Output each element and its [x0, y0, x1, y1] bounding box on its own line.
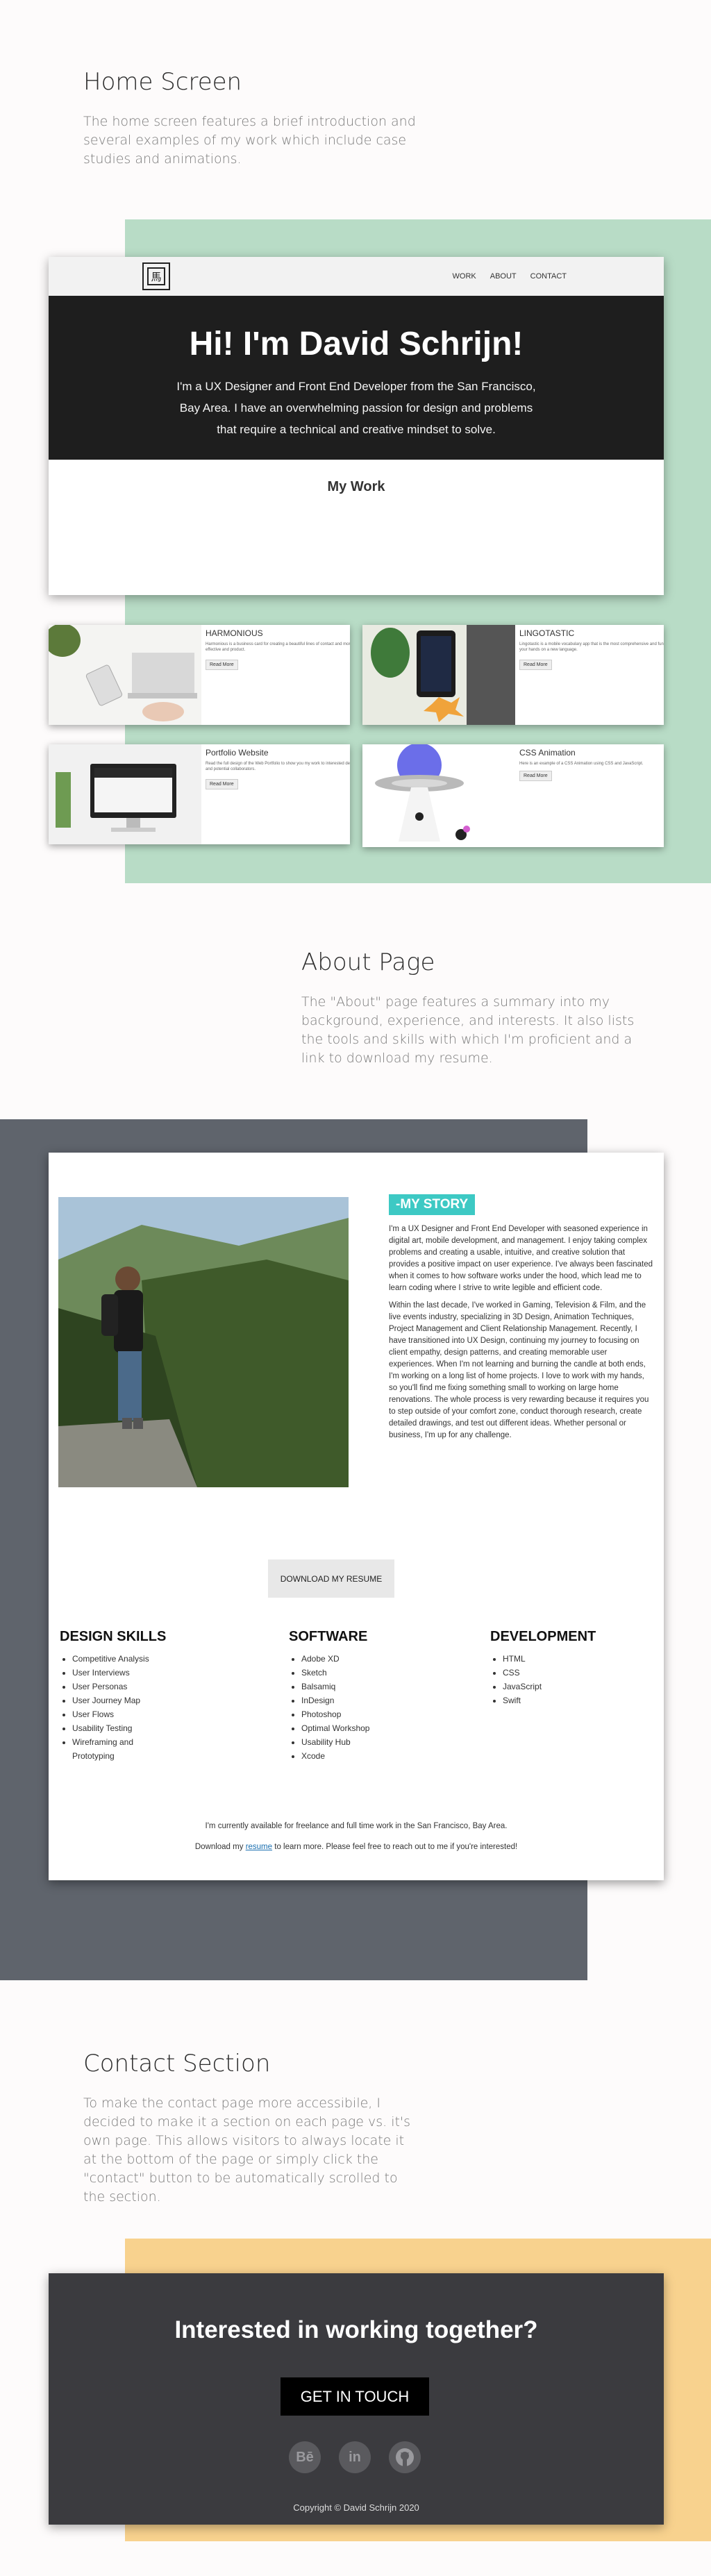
project-description: Here is an example of a CSS Animation us…: [519, 762, 644, 766]
list-item: Usability Testing: [72, 1721, 268, 1735]
github-icon[interactable]: [389, 2441, 421, 2473]
nav-work-link[interactable]: WORK: [453, 272, 476, 281]
home-mockup: 馬 WORK ABOUT CONTACT Hi! I'm David Schri…: [49, 257, 664, 595]
list-item: User Interviews: [72, 1666, 268, 1680]
development-column: DEVELOPMENT HTML CSS JavaScript Swift: [490, 1629, 650, 1707]
availability-text: I'm currently available for freelance an…: [205, 1822, 508, 1830]
list-item: Usability Hub: [301, 1735, 462, 1749]
list-item: User Journey Map: [72, 1693, 268, 1707]
development-heading: DEVELOPMENT: [490, 1629, 596, 1644]
list-item: HTML: [503, 1652, 650, 1666]
download-resume-button[interactable]: DOWNLOAD MY RESUME: [268, 1559, 394, 1598]
linkedin-label: in: [349, 2449, 361, 2465]
list-item: Sketch: [301, 1666, 462, 1680]
logo-icon[interactable]: 馬: [142, 262, 170, 290]
download-prefix: Download my: [194, 1843, 244, 1851]
get-in-touch-button[interactable]: GET IN TOUCH: [281, 2377, 429, 2416]
contact-heading: Interested in working together?: [174, 2316, 538, 2343]
about-section-description: The "About" page features a summary into…: [301, 994, 635, 1066]
linkedin-icon[interactable]: in: [339, 2441, 371, 2473]
development-list: HTML CSS JavaScript Swift: [490, 1652, 650, 1707]
copyright-text: Copyright © David Schrijn 2020: [293, 2502, 419, 2513]
svg-text:馬: 馬: [151, 271, 161, 283]
hero-text: I'm a UX Designer and Front End Develope…: [176, 380, 536, 436]
home-section-title: Home Screen: [83, 68, 242, 96]
project-card-harmonious[interactable]: HARMONIOUS Harmonious is a business card…: [49, 625, 350, 725]
software-column: SOFTWARE Adobe XD Sketch Balsamiq InDesi…: [289, 1629, 462, 1763]
project-description: Harmonious is a business card for creati…: [206, 642, 350, 652]
list-item: Photoshop: [301, 1707, 462, 1721]
mock-navbar: 馬 WORK ABOUT CONTACT: [49, 257, 664, 296]
contact-section-title: Contact Section: [83, 2050, 271, 2077]
project-card-portfolio[interactable]: Portfolio Website Read the full design o…: [49, 744, 350, 844]
css-animation-thumbnail: [362, 744, 515, 847]
mock-nav-links: WORK ABOUT CONTACT: [453, 272, 567, 281]
project-title: HARMONIOUS: [206, 628, 263, 638]
project-title: LINGOTASTIC: [519, 628, 575, 638]
list-item: Competitive Analysis: [72, 1652, 268, 1666]
list-item: User Flows: [72, 1707, 268, 1721]
nav-about-link[interactable]: ABOUT: [490, 272, 517, 281]
my-story-tag: -MY STORY: [389, 1194, 476, 1215]
behance-label: Bē: [296, 2449, 314, 2465]
behance-icon[interactable]: Bē: [289, 2441, 321, 2473]
project-card-css-animation[interactable]: CSS Animation Here is an example of a CS…: [362, 744, 664, 847]
hero-title: Hi! I'm David Schrijn!: [189, 326, 524, 362]
project-title: CSS Animation: [519, 748, 576, 758]
software-list: Adobe XD Sketch Balsamiq InDesign Photos…: [289, 1652, 462, 1763]
read-more-button[interactable]: Read More: [206, 660, 238, 670]
lingotastic-thumbnail: [362, 625, 515, 725]
download-suffix: to learn more. Please feel free to reach…: [274, 1843, 518, 1851]
list-item: Swift: [503, 1693, 650, 1707]
hero-banner: Hi! I'm David Schrijn! I'm a UX Designer…: [49, 296, 664, 460]
project-description: Lingotastic is a mobile vocabulary app t…: [519, 642, 664, 652]
design-skills-list: Competitive Analysis User Interviews Use…: [60, 1652, 268, 1763]
contact-section-description: To make the contact page more accessibil…: [83, 2096, 411, 2205]
list-item: Xcode: [301, 1749, 462, 1763]
profile-photo: [58, 1197, 349, 1487]
project-description: Read the full design of the Web Portfoli…: [206, 762, 350, 771]
home-section-description: The home screen features a brief introdu…: [83, 114, 416, 167]
about-section-title: About Page: [301, 948, 435, 976]
my-work-heading: My Work: [327, 479, 385, 494]
list-item: JavaScript: [503, 1680, 650, 1693]
read-more-button[interactable]: Read More: [519, 660, 552, 670]
project-card-lingotastic[interactable]: LINGOTASTIC Lingotastic is a mobile voca…: [362, 625, 664, 725]
story-paragraph-1: I'm a UX Designer and Front End Develope…: [389, 1225, 653, 1292]
nav-contact-link[interactable]: CONTACT: [530, 272, 567, 281]
list-item: InDesign: [301, 1693, 462, 1707]
design-skills-heading: DESIGN SKILLS: [60, 1629, 167, 1644]
read-more-button[interactable]: Read More: [519, 771, 552, 781]
story-text: I'm a UX Designer and Front End Develope…: [389, 1223, 653, 1447]
read-more-button[interactable]: Read More: [206, 779, 238, 789]
list-item: Wireframing and Prototyping: [72, 1735, 149, 1763]
list-item: Optimal Workshop: [301, 1721, 462, 1735]
list-item: Adobe XD: [301, 1652, 462, 1666]
resume-link[interactable]: resume: [246, 1843, 272, 1851]
list-item: Balsamiq: [301, 1680, 462, 1693]
list-item: User Personas: [72, 1680, 268, 1693]
story-paragraph-2: Within the last decade, I've worked in G…: [389, 1301, 649, 1439]
list-item: CSS: [503, 1666, 650, 1680]
portfolio-thumbnail: [49, 744, 201, 844]
download-line: Download my resume to learn more. Please…: [49, 1843, 664, 1851]
about-mockup: -MY STORY I'm a UX Designer and Front En…: [49, 1153, 664, 1880]
harmonious-thumbnail: [49, 625, 201, 725]
software-heading: SOFTWARE: [289, 1629, 368, 1644]
project-title: Portfolio Website: [206, 748, 269, 758]
contact-mockup: Interested in working together? GET IN T…: [49, 2273, 664, 2525]
design-skills-column: DESIGN SKILLS Competitive Analysis User …: [60, 1629, 268, 1763]
